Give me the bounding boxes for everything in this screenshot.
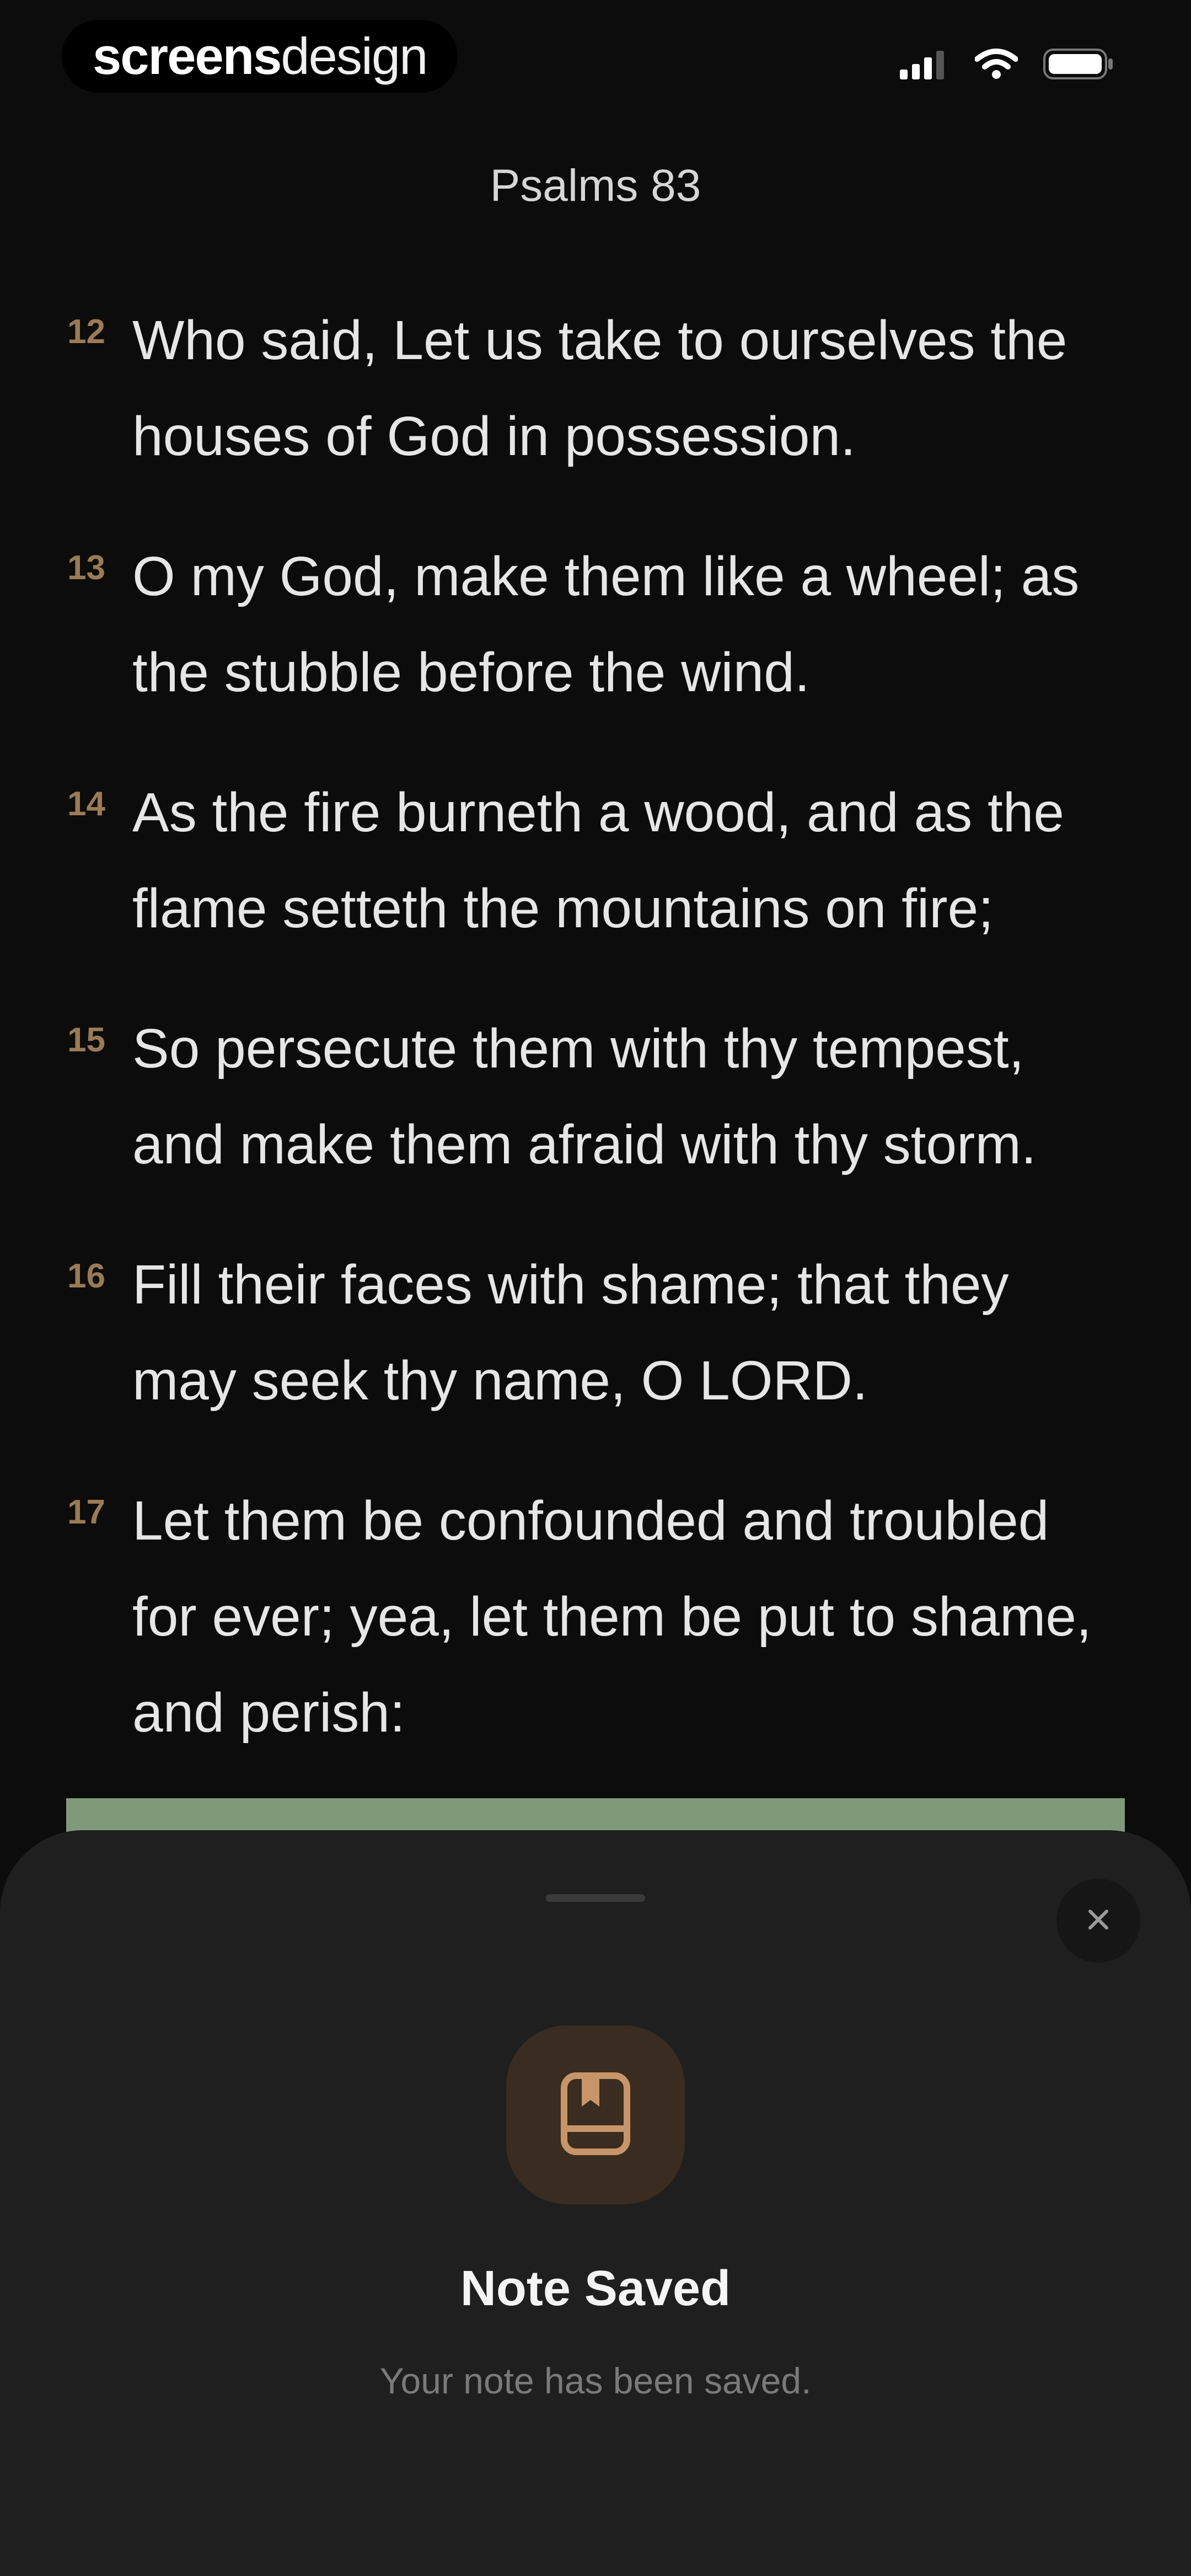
brand-name-light: design xyxy=(281,27,428,85)
verse-text: As the fire burneth a wood, and as the f… xyxy=(132,782,1064,939)
verse-item[interactable]: 17 Let them be confounded and troubled f… xyxy=(0,1473,1191,1761)
brand-name-bold: screens xyxy=(93,27,282,85)
sheet-grabber[interactable] xyxy=(546,1894,645,1902)
verse-item[interactable]: 16 Fill their faces with shame; that the… xyxy=(0,1237,1191,1429)
verse-item[interactable]: 14 As the fire burneth a wood, and as th… xyxy=(0,765,1191,956)
chapter-title: Psalms 83 xyxy=(490,161,701,211)
verse-number: 16 xyxy=(67,1257,105,1295)
verse-item[interactable]: 13 O my God, make them like a wheel; as … xyxy=(0,528,1191,720)
verse-list: 12 Who said, Let us take to ourselves th… xyxy=(0,292,1191,1805)
verse-number: 15 xyxy=(67,1021,105,1059)
status-bar: screens design xyxy=(0,0,1191,127)
verse-item[interactable]: 12 Who said, Let us take to ourselves th… xyxy=(0,292,1191,484)
verse-number: 17 xyxy=(67,1493,105,1531)
note-saved-icon-tile xyxy=(506,2025,685,2204)
note-saved-sheet: Note Saved Your note has been saved. xyxy=(0,1830,1191,2576)
battery-icon xyxy=(1043,47,1114,81)
verse-text: So persecute them with thy tempest, and … xyxy=(132,1018,1037,1175)
sheet-title: Note Saved xyxy=(460,2261,731,2316)
status-icons xyxy=(900,47,1114,81)
note-saved-icon xyxy=(560,2072,631,2158)
verse-text: O my God, make them like a wheel; as the… xyxy=(132,546,1080,703)
wifi-icon xyxy=(975,48,1018,80)
close-button[interactable] xyxy=(1056,1879,1140,1963)
verse-text: Fill their faces with shame; that they m… xyxy=(132,1254,1009,1412)
verse-number: 13 xyxy=(67,549,105,587)
sheet-message: Your note has been saved. xyxy=(379,2360,812,2401)
verse-number: 14 xyxy=(67,785,105,823)
verse-text: Let them be confounded and troubled for … xyxy=(132,1490,1092,1744)
verse-number: 12 xyxy=(67,313,105,351)
verse-text: Who said, Let us take to ourselves the h… xyxy=(132,309,1067,467)
verse-item[interactable]: 15 So persecute them with thy tempest, a… xyxy=(0,1001,1191,1193)
close-icon xyxy=(1086,1907,1111,1935)
cellular-signal-icon xyxy=(900,49,949,79)
brand-logo: screens design xyxy=(62,20,458,93)
